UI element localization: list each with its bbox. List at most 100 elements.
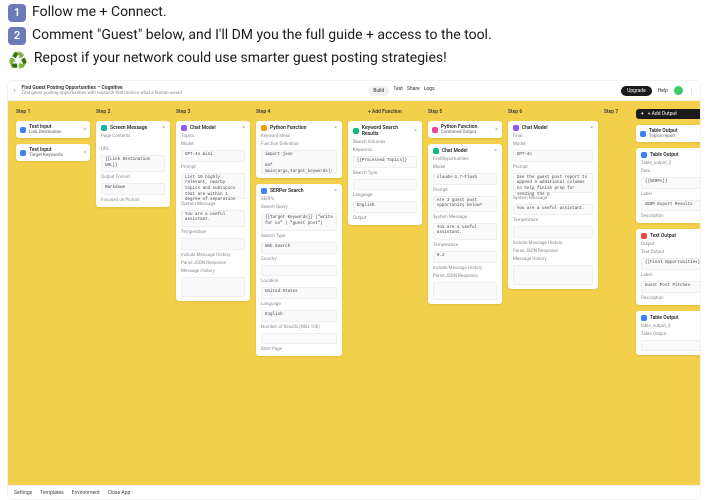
tab-test[interactable]: Test: [393, 86, 403, 96]
close-icon[interactable]: ×: [334, 188, 337, 194]
field-label: Location: [261, 279, 337, 284]
node-title: Table Output: [650, 315, 679, 321]
close-icon[interactable]: ×: [590, 125, 593, 131]
field-label: Table Output: [641, 332, 700, 337]
stage-label: Step 7: [604, 109, 630, 115]
node-serper-search[interactable]: SERPer Search× SERPs Search Query {{Targ…: [256, 184, 342, 356]
avatar[interactable]: [674, 86, 683, 95]
field-value[interactable]: {{Target Keywords}} ("write for us" | "g…: [261, 213, 337, 231]
field-label: Function Definition: [261, 142, 337, 147]
field-value[interactable]: [181, 277, 245, 297]
footer-action[interactable]: Close App: [108, 490, 131, 496]
stage-label: Step 2: [96, 109, 170, 115]
field-value[interactable]: You are a useful assistant.: [513, 204, 593, 216]
node-table-output-4[interactable]: Table Output× table_output_4 Table Outpu…: [636, 311, 700, 356]
field-value[interactable]: [513, 226, 593, 238]
column-step-3: Step 3 Chat Model× Topics Model GPT-4o m…: [176, 109, 250, 477]
field-label: Prompt: [181, 165, 245, 170]
field-value[interactable]: Web Search: [261, 242, 337, 254]
node-python-combined[interactable]: Python Function Combined Output ×: [428, 121, 502, 138]
field-value[interactable]: [181, 238, 245, 250]
node-chat-model-final[interactable]: Chat Model× Final Model GPT-4o Prompt Us…: [508, 121, 598, 289]
menu-icon[interactable]: ⋮: [689, 88, 694, 94]
field-value[interactable]: [433, 282, 497, 300]
field-value[interactable]: [261, 333, 337, 345]
field-value[interactable]: import json def main(args,target_keyword…: [261, 150, 337, 174]
field-value[interactable]: English: [261, 310, 337, 322]
field-value[interactable]: GPT-4o: [513, 150, 593, 162]
field-value[interactable]: claude-3.7-Flash: [433, 173, 497, 185]
node-chat-model-opps[interactable]: Chat Model× FindOpportunities Model clau…: [428, 144, 502, 304]
column-step-4: Step 4 Python Function× Keyword Ideas Fu…: [256, 109, 342, 477]
workflow-canvas[interactable]: Step 1 Text Input Link Destination × Tex…: [8, 101, 700, 485]
field-label: System Message: [513, 196, 593, 201]
node-sub: Topics report: [649, 134, 678, 139]
field-value[interactable]: {{SERPs}}: [641, 177, 700, 189]
workflow-subtitle: Find guest posting opportunities with re…: [22, 91, 182, 96]
field-label: Parse JSON Response: [433, 274, 497, 279]
tab-build[interactable]: Build: [368, 86, 389, 96]
field-value[interactable]: {{Link Destination URL}}: [101, 155, 165, 172]
field-label: Temperature: [181, 230, 245, 235]
field-value[interactable]: You are a useful assistant.: [181, 210, 245, 227]
node-title: Chat Model: [522, 125, 548, 131]
close-icon[interactable]: ×: [494, 148, 497, 154]
field-value[interactable]: You are a useful assistant.: [433, 223, 497, 240]
field-value[interactable]: [261, 265, 337, 277]
cta-item-1: 1 Follow me + Connect.: [8, 2, 700, 23]
node-screen-message[interactable]: Screen Message× Page Contents URL {{Link…: [96, 121, 170, 207]
node-chat-model-topics[interactable]: Chat Model× Topics Model GPT-4o mini Pro…: [176, 121, 250, 301]
cta-item-3: ♻️ Repost if your network could use smar…: [8, 48, 700, 73]
close-icon[interactable]: ×: [495, 127, 498, 133]
text-output-icon: [641, 233, 647, 239]
add-function-label[interactable]: + Add Function: [348, 109, 422, 115]
field-value[interactable]: GPT-4o mini: [181, 150, 245, 162]
close-icon[interactable]: ×: [414, 128, 417, 134]
node-python-function[interactable]: Python Function× Keyword Ideas Function …: [256, 121, 342, 178]
close-icon[interactable]: ×: [83, 150, 86, 156]
text-input-icon: [20, 127, 26, 133]
node-text-input-1[interactable]: Text Input Link Destination ×: [16, 121, 90, 138]
footer-action[interactable]: Templates: [40, 490, 63, 496]
add-output-button[interactable]: ++ Add Output: [636, 109, 700, 119]
field-label: Search Query: [261, 205, 337, 210]
field-value[interactable]: English: [353, 201, 417, 213]
tab-share[interactable]: Share: [407, 86, 420, 96]
field-value[interactable]: 0.2: [433, 251, 497, 263]
node-title: Chat Model: [190, 125, 216, 131]
help-link[interactable]: Help: [658, 88, 668, 94]
stage-label: Step 4: [256, 109, 342, 115]
close-icon[interactable]: ×: [83, 127, 86, 133]
node-text-input-2[interactable]: Text Input Target Keywords ×: [16, 144, 90, 161]
python-icon: [432, 127, 438, 133]
close-icon[interactable]: ×: [162, 125, 165, 131]
upgrade-button[interactable]: Upgrade: [621, 86, 652, 96]
close-icon[interactable]: ×: [334, 125, 337, 131]
node-sub: Final: [513, 134, 593, 139]
node-table-output-2[interactable]: Table Output× Table_output_2 Data {{SERP…: [636, 148, 700, 223]
field-value[interactable]: Guest Post Pitches: [641, 281, 700, 293]
tab-logs[interactable]: Logs: [424, 86, 435, 96]
field-value[interactable]: [353, 179, 417, 191]
field-value[interactable]: [641, 340, 700, 352]
field-label: Message History: [181, 269, 245, 274]
field-value[interactable]: {{Processed Topics}}: [353, 156, 417, 168]
close-icon[interactable]: ×: [242, 125, 245, 131]
field-label: Prompt: [433, 188, 497, 193]
field-value[interactable]: [513, 265, 593, 285]
field-value[interactable]: United States: [261, 287, 337, 299]
node-table-output-1[interactable]: Table OutputTopics report ×: [636, 125, 700, 142]
footer-action[interactable]: Environment: [72, 490, 100, 496]
column-add-fn: + Add Function Keyword Search Results× S…: [348, 109, 422, 477]
field-value[interactable]: {{Final Opportunities}}: [641, 258, 700, 270]
field-value[interactable]: List 10 highly relevant, nearby topics a…: [181, 173, 245, 199]
field-label: Include Message History: [181, 253, 245, 258]
field-value[interactable]: Are 3 guest post opportunity below?: [433, 196, 497, 212]
field-value[interactable]: SERP Export Results: [641, 200, 700, 212]
footer-action[interactable]: Settings: [14, 490, 32, 496]
field-value[interactable]: Use the guest post report to append 4 ad…: [513, 173, 593, 193]
node-text-output[interactable]: Text Output× Output Text Output {{Final …: [636, 229, 700, 304]
node-keyword-search[interactable]: Keyword Search Results× Search Volumes K…: [348, 121, 422, 225]
field-value[interactable]: Markdown: [101, 183, 165, 195]
python-icon: [261, 125, 267, 131]
